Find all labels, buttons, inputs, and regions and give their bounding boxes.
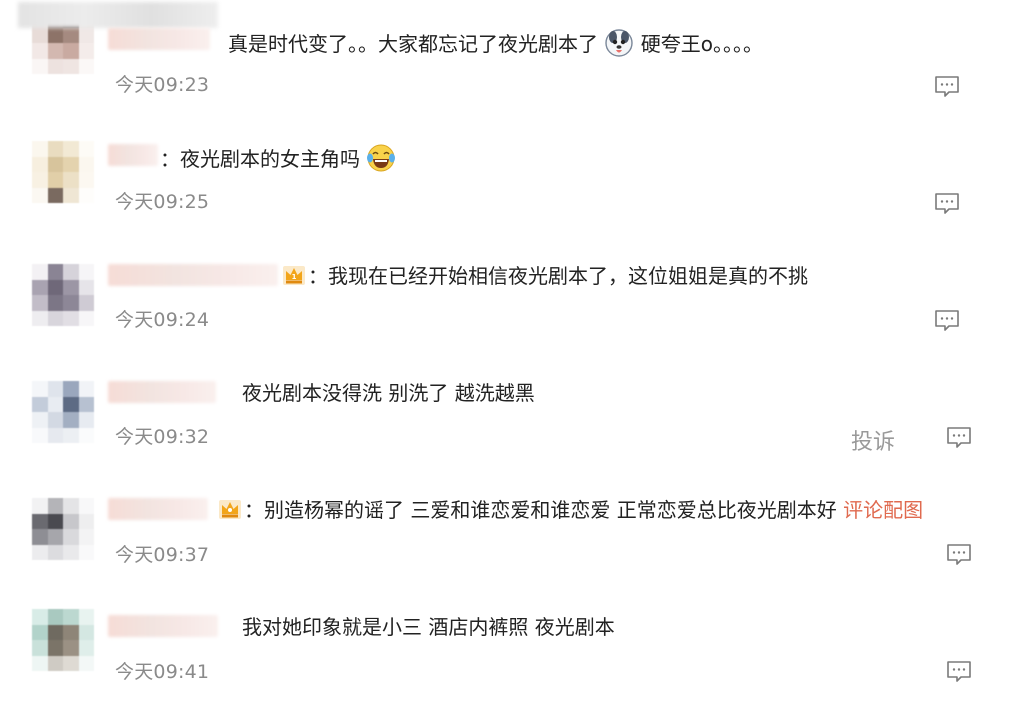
comment-body: 别造杨幂的谣了 三爱和谁恋爱和谁恋爱 正常恋爱总比夜光剧本好 <box>264 498 837 522</box>
colon-separator: ： <box>160 147 180 171</box>
crown-badge-icon <box>219 500 241 519</box>
timestamp: 今天09:37 <box>115 544 210 566</box>
colon-separator: ： <box>244 498 264 522</box>
comment-item: 真是时代变了。。大家都忘记了夜光剧本了 硬夸王o。。。。 今天09:23 <box>0 0 1024 117</box>
comment-item: 1 ：我现在已经开始相信夜光剧本了，这位姐姐是真的不挑 今天09:24 <box>0 234 1024 351</box>
timestamp: 今天09:41 <box>115 661 210 683</box>
comment-text: 真是时代变了。。大家都忘记了夜光剧本了 硬夸王o。。。。 <box>228 28 763 60</box>
comment-text: 夜光剧本没得洗 别洗了 越洗越黑 <box>242 377 535 409</box>
comment-body-suffix: 硬夸王o。。。。 <box>640 32 763 56</box>
comment-item: ：别造杨幂的谣了 三爱和谁恋爱和谁恋爱 正常恋爱总比夜光剧本好 评论配图 今天0… <box>0 468 1024 585</box>
reply-icon[interactable] <box>934 191 960 217</box>
report-button[interactable]: 投诉 <box>851 424 895 456</box>
reply-icon[interactable] <box>946 425 972 451</box>
comment-body: 真是时代变了。。大家都忘记了夜光剧本了 <box>228 32 598 56</box>
reply-icon[interactable] <box>934 308 960 334</box>
avatar[interactable] <box>32 141 94 203</box>
comment-body: 我对她印象就是小三 酒店内裤照 夜光剧本 <box>242 615 615 639</box>
avatar[interactable] <box>32 264 94 326</box>
avatar[interactable] <box>32 609 94 671</box>
timestamp: 今天09:23 <box>115 74 210 96</box>
comment-body: 我现在已经开始相信夜光剧本了，这位姐姐是真的不挑 <box>328 264 808 288</box>
comment-body: 夜光剧本的女主角吗 <box>180 147 360 171</box>
timestamp: 今天09:25 <box>115 191 210 213</box>
timestamp: 今天09:32 <box>115 426 210 448</box>
comment-text: 我对她印象就是小三 酒店内裤照 夜光剧本 <box>242 611 615 643</box>
comment-item: ：夜光剧本的女主角吗 今天09:25 <box>0 117 1024 234</box>
dog-face-emoji <box>605 29 634 57</box>
timestamp: 今天09:24 <box>115 309 210 331</box>
colon-separator: ： <box>308 264 328 288</box>
comment-item: 夜光剧本没得洗 别洗了 越洗越黑 今天09:32 投诉 <box>0 351 1024 468</box>
username[interactable] <box>108 381 216 403</box>
crown-badge-icon: 1 <box>283 266 305 285</box>
username[interactable] <box>108 28 210 50</box>
reply-icon[interactable] <box>934 74 960 100</box>
svg-text:1: 1 <box>292 273 297 281</box>
avatar[interactable] <box>32 381 94 443</box>
blurred-header-strip <box>18 2 218 28</box>
username[interactable] <box>108 615 218 637</box>
reply-icon[interactable] <box>946 542 972 568</box>
comment-image-link[interactable]: 评论配图 <box>843 498 923 522</box>
username[interactable] <box>108 264 278 286</box>
laughing-tears-emoji <box>367 144 396 172</box>
avatar[interactable] <box>32 498 94 560</box>
comment-text: 1 ：我现在已经开始相信夜光剧本了，这位姐姐是真的不挑 <box>282 260 808 292</box>
username[interactable] <box>108 144 158 166</box>
comment-body: 夜光剧本没得洗 别洗了 越洗越黑 <box>242 381 535 405</box>
comment-item: 我对她印象就是小三 酒店内裤照 夜光剧本 今天09:41 <box>0 585 1024 702</box>
comment-text: ：夜光剧本的女主角吗 <box>160 143 396 175</box>
comment-text: ：别造杨幂的谣了 三爱和谁恋爱和谁恋爱 正常恋爱总比夜光剧本好 评论配图 <box>218 494 923 526</box>
username[interactable] <box>108 498 208 520</box>
reply-icon[interactable] <box>946 659 972 685</box>
